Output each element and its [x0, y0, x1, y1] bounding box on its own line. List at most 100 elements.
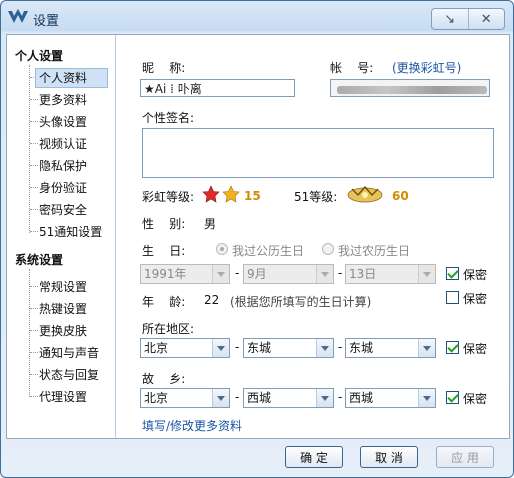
region-privacy-label: 保密	[463, 342, 488, 356]
profile-form: 昵 称: ★Ai ⁞ 卟离 帐 号: (更换彩虹号) 个性签名: 彩虹等级: 1…	[116, 35, 509, 438]
sidebar-item-more-info[interactable]: 更多资料	[39, 90, 107, 110]
sidebar-item-identity[interactable]: 身份验证	[39, 178, 107, 198]
level51-label: 51等级:	[294, 190, 338, 204]
title-bar[interactable]: 设置 ↘ ✕	[1, 1, 513, 34]
sidebar-item-privacy[interactable]: 隐私保护	[39, 156, 107, 176]
nickname-label: 昵 称:	[142, 61, 186, 75]
sidebar-item-password[interactable]: 密码安全	[39, 200, 107, 220]
sidebar-item-status-reply[interactable]: 状态与回复	[39, 365, 107, 385]
content-panel: 个人设置 个人资料 更多资料 头像设置 视频认证 隐私保护 身份验证 密码安全 …	[6, 34, 510, 439]
tree-branch	[30, 330, 38, 331]
tree-branch	[30, 352, 38, 353]
gender-label: 性 别:	[142, 217, 186, 231]
dialog-button-bar: 确 定 取 消 应 用	[1, 438, 513, 477]
tree-branch	[30, 209, 38, 210]
app-logo-icon	[8, 9, 28, 23]
region-separator: -	[235, 340, 240, 354]
age-privacy-label: 保密	[463, 292, 488, 306]
chevron-down-icon	[212, 339, 229, 357]
minimize-icon[interactable]: ↘	[432, 9, 468, 29]
chevron-down-icon	[316, 265, 333, 283]
window-controls: ↘ ✕	[431, 8, 505, 30]
tree-branch	[30, 165, 38, 166]
region-district-select[interactable]: 东城	[345, 338, 436, 358]
sidebar-item-general[interactable]: 常规设置	[39, 277, 107, 297]
solar-birthday-radio[interactable]	[216, 243, 228, 255]
gender-value: 男	[204, 217, 217, 231]
region-separator: -	[338, 340, 343, 354]
date-separator: -	[235, 266, 240, 280]
level51-value: 60	[392, 189, 409, 203]
birth-day-value: 13日	[349, 267, 377, 281]
account-field	[330, 79, 490, 97]
tree-branch	[30, 286, 38, 287]
sidebar-item-51-notify[interactable]: 51通知设置	[39, 222, 107, 242]
region-privacy-checkbox[interactable]	[446, 341, 459, 354]
birth-year-value: 1991年	[144, 267, 187, 281]
region-city-value: 东城	[247, 341, 272, 355]
region-district-value: 东城	[349, 341, 374, 355]
chevron-down-icon	[212, 265, 229, 283]
chevron-down-icon	[212, 389, 229, 407]
close-icon[interactable]: ✕	[467, 9, 505, 29]
signature-label: 个性签名:	[142, 111, 195, 125]
hometown-privacy-label: 保密	[463, 392, 488, 406]
region-province-select[interactable]: 北京	[140, 338, 230, 358]
region-label: 所在地区:	[142, 322, 195, 336]
hometown-label: 故 乡:	[142, 372, 186, 386]
sidebar-item-profile[interactable]: 个人资料	[35, 68, 108, 88]
sidebar-item-notify-sound[interactable]: 通知与声音	[39, 343, 107, 363]
solar-birthday-label: 我过公历生日	[232, 244, 305, 258]
hometown-separator: -	[338, 390, 343, 404]
chevron-down-icon	[316, 339, 333, 357]
sidebar-item-skin[interactable]: 更换皮肤	[39, 321, 107, 341]
hometown-privacy-checkbox[interactable]	[446, 391, 459, 404]
hometown-city-value: 西城	[247, 391, 272, 405]
apply-button[interactable]: 应 用	[436, 446, 494, 468]
birth-month-select[interactable]: 9月	[243, 264, 334, 284]
settings-window: 设置 ↘ ✕ 个人设置 个人资料 更多资料 头像设置 视频认证 隐私保护 身份验…	[0, 0, 514, 478]
tree-branch	[30, 187, 38, 188]
group-personal-settings[interactable]: 个人设置	[15, 47, 63, 64]
birth-month-value: 9月	[247, 267, 267, 281]
hometown-city-select[interactable]: 西城	[243, 388, 334, 408]
tree-line	[29, 269, 31, 397]
redacted-account	[337, 86, 487, 94]
tree-line	[29, 65, 31, 233]
cancel-button[interactable]: 取 消	[360, 446, 418, 468]
level51-crown-icon	[347, 185, 383, 203]
chevron-down-icon	[316, 389, 333, 407]
tree-branch	[30, 231, 38, 232]
change-rainbow-number-link[interactable]: (更换彩虹号)	[392, 59, 461, 76]
lunar-birthday-radio[interactable]	[322, 243, 334, 255]
signature-textarea[interactable]	[142, 128, 494, 178]
window-title: 设置	[33, 14, 60, 29]
tree-branch	[30, 121, 38, 122]
birthday-privacy-checkbox[interactable]	[446, 267, 459, 280]
tree-branch	[30, 374, 38, 375]
nickname-input[interactable]: ★Ai ⁞ 卟离	[140, 79, 295, 97]
date-separator: -	[338, 266, 343, 280]
hometown-province-value: 北京	[144, 391, 169, 405]
sidebar-item-hotkeys[interactable]: 热键设置	[39, 299, 107, 319]
sidebar-item-proxy[interactable]: 代理设置	[39, 387, 107, 407]
hometown-province-select[interactable]: 北京	[140, 388, 230, 408]
chevron-down-icon	[418, 265, 435, 283]
account-label: 帐 号:	[330, 61, 374, 75]
hometown-district-select[interactable]: 西城	[345, 388, 436, 408]
age-value: 22	[204, 293, 220, 307]
rainbow-level-label: 彩虹等级:	[142, 190, 195, 204]
group-system-settings[interactable]: 系统设置	[15, 251, 63, 268]
age-label: 年 龄:	[142, 295, 186, 309]
birthday-label: 生 日:	[142, 244, 186, 258]
ok-button[interactable]: 确 定	[285, 446, 343, 468]
age-privacy-checkbox[interactable]	[446, 291, 459, 304]
region-city-select[interactable]: 东城	[243, 338, 334, 358]
sidebar: 个人设置 个人资料 更多资料 头像设置 视频认证 隐私保护 身份验证 密码安全 …	[7, 35, 116, 438]
birth-day-select[interactable]: 13日	[345, 264, 436, 284]
birth-year-select[interactable]: 1991年	[140, 264, 230, 284]
edit-more-info-link[interactable]: 填写/修改更多资料	[142, 417, 242, 434]
sidebar-item-avatar[interactable]: 头像设置	[39, 112, 107, 132]
region-province-value: 北京	[144, 341, 169, 355]
sidebar-item-video-verify[interactable]: 视频认证	[39, 134, 107, 154]
